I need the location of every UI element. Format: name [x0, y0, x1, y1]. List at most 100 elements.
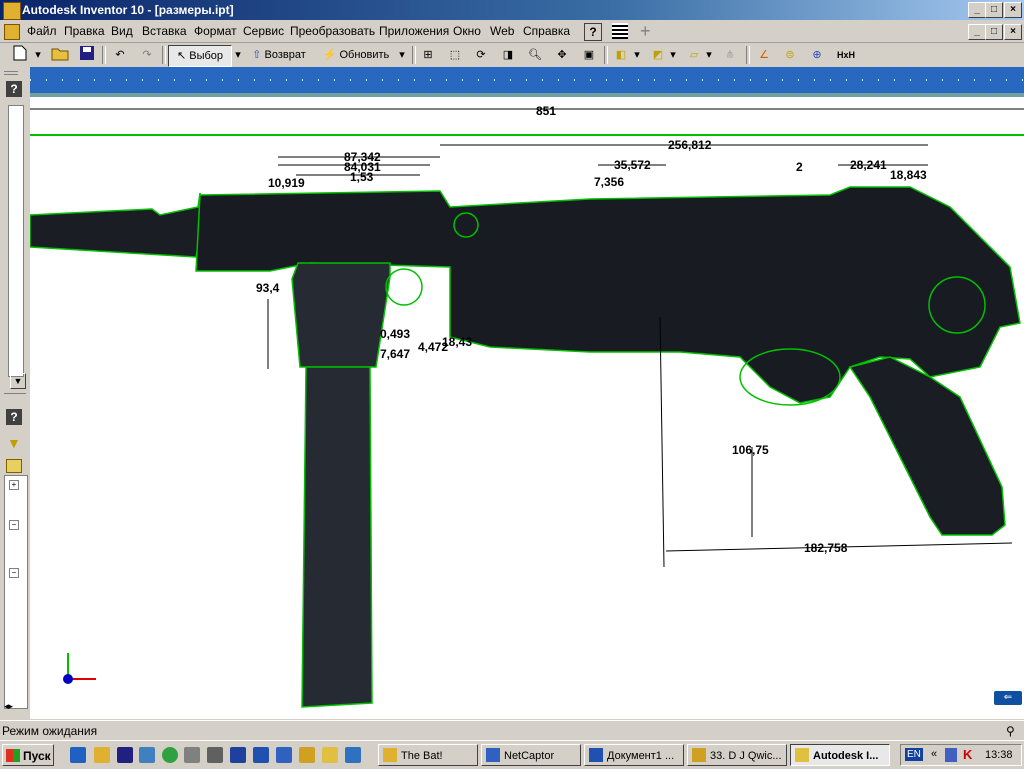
dim-7[interactable]: 7,356	[594, 175, 624, 189]
ie-icon[interactable]	[70, 747, 86, 763]
kaspersky-icon[interactable]: K	[963, 747, 972, 762]
part-icon[interactable]	[6, 459, 22, 473]
dim-0493[interactable]: 0,493	[380, 327, 410, 341]
dim-153[interactable]: 1,53	[350, 170, 373, 184]
dim-10[interactable]: 10,919	[268, 176, 305, 190]
dim-851[interactable]: 851	[536, 104, 556, 118]
tray-expand-icon[interactable]: «	[931, 748, 937, 760]
tool-quick-icon[interactable]	[184, 747, 200, 763]
menu-edit[interactable]: Правка	[64, 24, 105, 38]
tree-collapse-icon-2[interactable]: −	[9, 568, 19, 578]
target-icon[interactable]: ⊕	[807, 45, 827, 65]
shaded-display-icon[interactable]: ◧	[611, 45, 631, 65]
panel-grip[interactable]	[4, 71, 18, 75]
sketch-icon[interactable]: ∠	[754, 45, 774, 65]
new-dropdown-icon[interactable]: ▾	[32, 45, 44, 65]
panel-scroll-area[interactable]	[8, 105, 24, 377]
menu-applications[interactable]: Приложения	[379, 24, 449, 38]
new-icon[interactable]	[10, 45, 30, 65]
dim-106[interactable]: 106,75	[732, 443, 769, 457]
menu-help[interactable]: Справка	[523, 24, 570, 38]
task-djqwic[interactable]: 33. D J Qwic...	[687, 744, 787, 766]
dim-256[interactable]: 256,812	[668, 138, 711, 152]
scroll-left-button[interactable]: ◂▸	[4, 701, 13, 712]
dim-7647[interactable]: 7,647	[380, 347, 410, 361]
doc-close-button[interactable]: ×	[1004, 24, 1022, 40]
select-button[interactable]: ↖ Выбор	[168, 45, 232, 67]
rotate-icon[interactable]: ⟳	[471, 45, 491, 65]
start-button[interactable]: Пуск	[2, 744, 54, 766]
dim-93[interactable]: 93,4	[256, 281, 279, 295]
task-thebat[interactable]: The Bat!	[378, 744, 478, 766]
tree-collapse-icon[interactable]: −	[9, 520, 19, 530]
look-at-icon[interactable]: ◨	[498, 45, 518, 65]
update-button[interactable]: ⚡ Обновить	[318, 45, 394, 65]
network-icon[interactable]	[945, 748, 957, 762]
select-dropdown-icon[interactable]: ▾	[232, 45, 244, 65]
close-button[interactable]: ×	[1004, 2, 1022, 18]
save-quick-icon[interactable]	[117, 747, 133, 763]
doc-restore-button[interactable]: □	[985, 24, 1003, 40]
update-dropdown-icon[interactable]: ▾	[396, 45, 408, 65]
menu-tools[interactable]: Сервис	[243, 24, 284, 38]
task-netcaptor[interactable]: NetCaptor	[481, 744, 581, 766]
other-quick-icon[interactable]	[345, 747, 361, 763]
display-dropdown-icon[interactable]: ▾	[632, 45, 642, 65]
menu-format[interactable]: Формат	[194, 24, 237, 38]
globe-icon[interactable]	[162, 747, 178, 763]
maximize-button[interactable]: □	[985, 2, 1003, 18]
plane-dropdown-icon[interactable]: ▾	[704, 45, 714, 65]
menu-view[interactable]: Вид	[111, 24, 133, 38]
folder-icon[interactable]	[94, 747, 110, 763]
browser-help-icon[interactable]: ?	[6, 409, 22, 425]
constraint-icon[interactable]: ⊜	[780, 45, 800, 65]
menu-insert[interactable]: Вставка	[142, 24, 187, 38]
scroll-down-button[interactable]: ▼	[10, 373, 26, 389]
netcaptor-quick-icon[interactable]	[276, 747, 292, 763]
app-icon[interactable]	[3, 2, 21, 20]
undo-icon[interactable]: ↶	[110, 45, 130, 65]
zoom-icon[interactable]: 🔍︎	[525, 45, 545, 65]
zoom-all-icon[interactable]: ⊞	[418, 45, 438, 65]
plus-icon[interactable]: +	[640, 22, 651, 40]
camera-dropdown-icon[interactable]: ▾	[668, 45, 678, 65]
tree-expand-icon[interactable]: +	[9, 480, 19, 490]
dim-2[interactable]: 2	[796, 160, 803, 174]
language-indicator[interactable]: EN	[905, 748, 923, 761]
dim-1843[interactable]: 18,43	[442, 335, 472, 349]
back-arrow-icon[interactable]: ⇐	[994, 691, 1022, 705]
tree-icon[interactable]: ⋔	[720, 45, 740, 65]
model-tree[interactable]: + − −	[4, 475, 28, 709]
document-icon[interactable]	[4, 24, 20, 40]
minimize-button[interactable]: _	[968, 2, 986, 18]
grid-icon[interactable]	[612, 23, 628, 39]
save-icon[interactable]	[77, 45, 97, 65]
menu-file[interactable]: Файл	[27, 24, 57, 38]
redo-icon[interactable]: ↷	[137, 45, 157, 65]
menu-convert[interactable]: Преобразовать	[290, 24, 375, 38]
camera-icon[interactable]: ◩	[648, 45, 668, 65]
dim-28[interactable]: 28,241	[850, 158, 887, 172]
zoom-window-icon[interactable]: ⬚	[445, 45, 465, 65]
doc-minimize-button[interactable]: _	[968, 24, 986, 40]
task-word[interactable]: Документ1 ...	[584, 744, 684, 766]
task-autodesk[interactable]: Autodesk I...	[790, 744, 890, 766]
app-quick-icon[interactable]	[299, 747, 315, 763]
graphics-window[interactable]: 851 256,812 87,342 84,031 1,53 10,919 35…	[30, 67, 1024, 719]
return-button[interactable]: ⇧ Возврат	[248, 45, 310, 65]
media-quick-icon[interactable]	[230, 747, 246, 763]
plane-icon[interactable]: ▱	[684, 45, 704, 65]
open-icon[interactable]	[50, 45, 70, 65]
calc-quick-icon[interactable]	[207, 747, 223, 763]
menu-window[interactable]: Окно	[453, 24, 481, 38]
search-quick-icon[interactable]	[139, 747, 155, 763]
panel-help-icon[interactable]: ?	[6, 81, 22, 97]
dim-35[interactable]: 35,572	[614, 158, 651, 172]
pan-icon[interactable]: ✥	[552, 45, 572, 65]
menu-web[interactable]: Web	[490, 24, 514, 38]
inventor-quick-icon[interactable]	[322, 747, 338, 763]
filter-icon[interactable]: ▼	[7, 435, 21, 451]
help-icon[interactable]: ?	[584, 23, 602, 41]
dim-182[interactable]: 182,758	[804, 541, 847, 555]
hxh-icon[interactable]: HxH	[834, 45, 858, 65]
